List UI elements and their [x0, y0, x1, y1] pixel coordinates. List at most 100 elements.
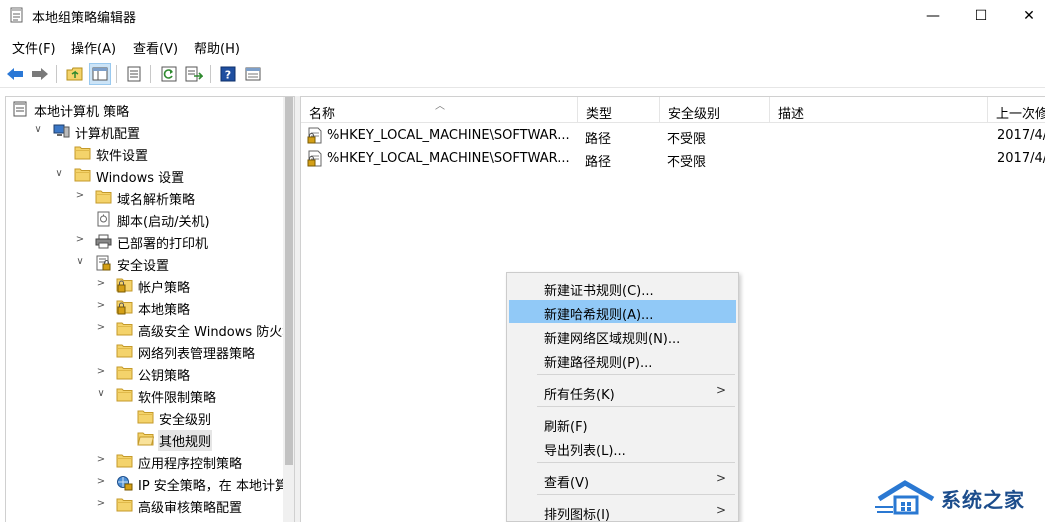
menu-file[interactable]: 文件(F) [12, 38, 56, 57]
properties-button[interactable] [123, 63, 145, 85]
folder-icon [116, 387, 133, 403]
view-button[interactable] [242, 63, 264, 85]
tree-item[interactable]: ∨ Windows 设置 [6, 164, 282, 186]
back-button[interactable] [4, 63, 26, 85]
house-logo-icon [875, 480, 935, 515]
folder-icon [95, 189, 112, 205]
tree-item[interactable]: > 公钥策略 [6, 362, 282, 384]
column-header-last-modified[interactable]: 上一次修 [988, 97, 1045, 123]
tree-item-label: 本地计算机 策略 [34, 105, 130, 120]
context-menu-separator [537, 406, 735, 407]
tree-item-label: 脚本(启动/关机) [117, 215, 210, 230]
toolbar-separator [56, 65, 57, 83]
menu-action[interactable]: 操作(A) [71, 38, 116, 57]
expand-chevron-down-icon[interactable]: ∨ [75, 257, 85, 267]
refresh-button[interactable] [158, 63, 180, 85]
tree-item[interactable]: 其他规则 [6, 428, 282, 451]
context-menu: 新建证书规则(C)... 新建哈希规则(A)... 新建网络区域规则(N)... 新建… [506, 272, 739, 522]
menu-help[interactable]: 帮助(H) [194, 38, 240, 57]
context-menu-item[interactable]: 排列图标(I) > [509, 500, 736, 522]
tree-item[interactable]: > 域名解析策略 [6, 186, 282, 208]
tree-item-label: 域名解析策略 [117, 193, 196, 208]
tree-item[interactable]: ∨ 安全设置 [6, 252, 282, 274]
tree-item[interactable]: 网络列表管理器策略 [6, 340, 282, 362]
forward-button[interactable] [29, 63, 51, 85]
list-item[interactable]: %HKEY_LOCAL_MACHINE\SOFTWAR... 路径 不受限 2017/… [301, 124, 1045, 147]
tree-item-label: 网络列表管理器策略 [138, 347, 256, 362]
folder-icon [116, 453, 133, 469]
help-button[interactable]: ? [217, 63, 239, 85]
tree-item-label: IP 安全策略，在 本地计算机 [138, 479, 295, 494]
tree-item[interactable]: > 高级审核策略配置 [6, 494, 282, 516]
export-list-button[interactable] [183, 63, 205, 85]
svg-text:?: ? [225, 69, 231, 82]
sort-ascending-icon: ︿ [435, 101, 445, 112]
column-header-security-level[interactable]: 安全级别 [660, 97, 770, 123]
tree-scrollbar[interactable] [283, 97, 294, 522]
context-menu-item[interactable]: 所有任务(K) > [509, 380, 736, 403]
column-header-label: 安全级别 [668, 107, 721, 122]
context-menu-item[interactable]: 查看(V) > [509, 468, 736, 491]
tree-item-label: 安全级别 [159, 413, 212, 428]
expand-chevron-right-icon[interactable]: > [96, 323, 106, 333]
column-header-label: 描述 [778, 107, 805, 122]
window-title: 本地组策略编辑器 [32, 11, 137, 26]
minimize-icon: — [926, 8, 940, 24]
expand-chevron-right-icon[interactable]: > [96, 455, 106, 465]
context-menu-item[interactable]: 新建证书规则(C)... [509, 276, 736, 299]
column-header-description[interactable]: 描述 [770, 97, 988, 123]
cell-name: %HKEY_LOCAL_MACHINE\SOFTWAR... [327, 128, 570, 143]
context-menu-item[interactable]: 新建哈希规则(A)... [509, 300, 736, 323]
tree-item[interactable]: > 应用程序控制策略 [6, 450, 282, 472]
list-item[interactable]: %HKEY_LOCAL_MACHINE\SOFTWAR... 路径 不受限 2017/… [301, 147, 1045, 170]
cell-name: %HKEY_LOCAL_MACHINE\SOFTWAR... [327, 151, 570, 166]
locked-folder-icon [116, 277, 133, 293]
script-icon [95, 211, 112, 227]
tree-item[interactable]: > IP 安全策略，在 本地计算机 [6, 472, 294, 494]
tree-item[interactable]: 本地计算机 策略 [6, 98, 282, 120]
expand-chevron-right-icon[interactable]: > [96, 279, 106, 289]
menu-bar: 文件(F) 操作(A) 查看(V) 帮助(H) [0, 34, 1045, 57]
maximize-button[interactable]: ☐ [958, 0, 1004, 32]
minimize-button[interactable]: — [910, 0, 956, 32]
tree-scrollbar-thumb[interactable] [285, 97, 293, 465]
context-menu-item[interactable]: 新建网络区域规则(N)... [509, 324, 736, 347]
security-settings-icon [95, 255, 112, 271]
column-header-type[interactable]: 类型 [578, 97, 660, 123]
tree-item[interactable]: > 高级安全 Windows 防火墙 [6, 318, 294, 340]
expand-chevron-right-icon[interactable]: > [75, 235, 85, 245]
menu-view[interactable]: 查看(V) [133, 38, 178, 57]
maximize-icon: ☐ [974, 8, 988, 24]
folder-icon [116, 343, 133, 359]
submenu-chevron-right-icon: > [715, 383, 726, 397]
expand-chevron-down-icon[interactable]: ∨ [54, 169, 64, 179]
folder-icon [116, 497, 133, 513]
tree-item[interactable]: > 本地策略 [6, 296, 282, 318]
expand-chevron-right-icon[interactable]: > [75, 191, 85, 201]
context-menu-item-label: 排列图标(I) [544, 508, 610, 522]
cell-type: 路径 [585, 155, 612, 170]
expand-chevron-right-icon[interactable]: > [96, 367, 106, 377]
show-hide-tree-button[interactable] [89, 63, 111, 85]
context-menu-item-label: 新建哈希规则(A)... [544, 308, 654, 323]
tree-item[interactable]: > 帐户策略 [6, 274, 282, 296]
tree-item[interactable]: > 已部署的打印机 [6, 230, 282, 252]
tree-item[interactable]: ∨ 软件限制策略 [6, 384, 282, 406]
expand-chevron-down-icon[interactable]: ∨ [96, 389, 106, 399]
tree-item[interactable]: 脚本(启动/关机) [6, 208, 282, 230]
tree-item[interactable]: 安全级别 [6, 406, 282, 428]
expand-chevron-down-icon[interactable]: ∨ [33, 125, 43, 135]
expand-chevron-right-icon[interactable]: > [96, 477, 106, 487]
tree-item[interactable]: 软件设置 [6, 142, 282, 164]
expand-chevron-right-icon[interactable]: > [96, 499, 106, 509]
context-menu-item[interactable]: 刷新(F) [509, 412, 736, 435]
up-level-button[interactable] [64, 63, 86, 85]
close-button[interactable]: ✕ [1006, 0, 1045, 32]
tree-item[interactable]: ∨ 计算机配置 [6, 120, 282, 142]
context-menu-item[interactable]: 新建路径规则(P)... [509, 348, 736, 371]
context-menu-item[interactable]: 导出列表(L)... [509, 436, 736, 459]
expand-chevron-right-icon[interactable]: > [96, 301, 106, 311]
watermark-text: 系统之家 [941, 488, 1025, 512]
tree-item-label: 其他规则 [157, 430, 213, 451]
